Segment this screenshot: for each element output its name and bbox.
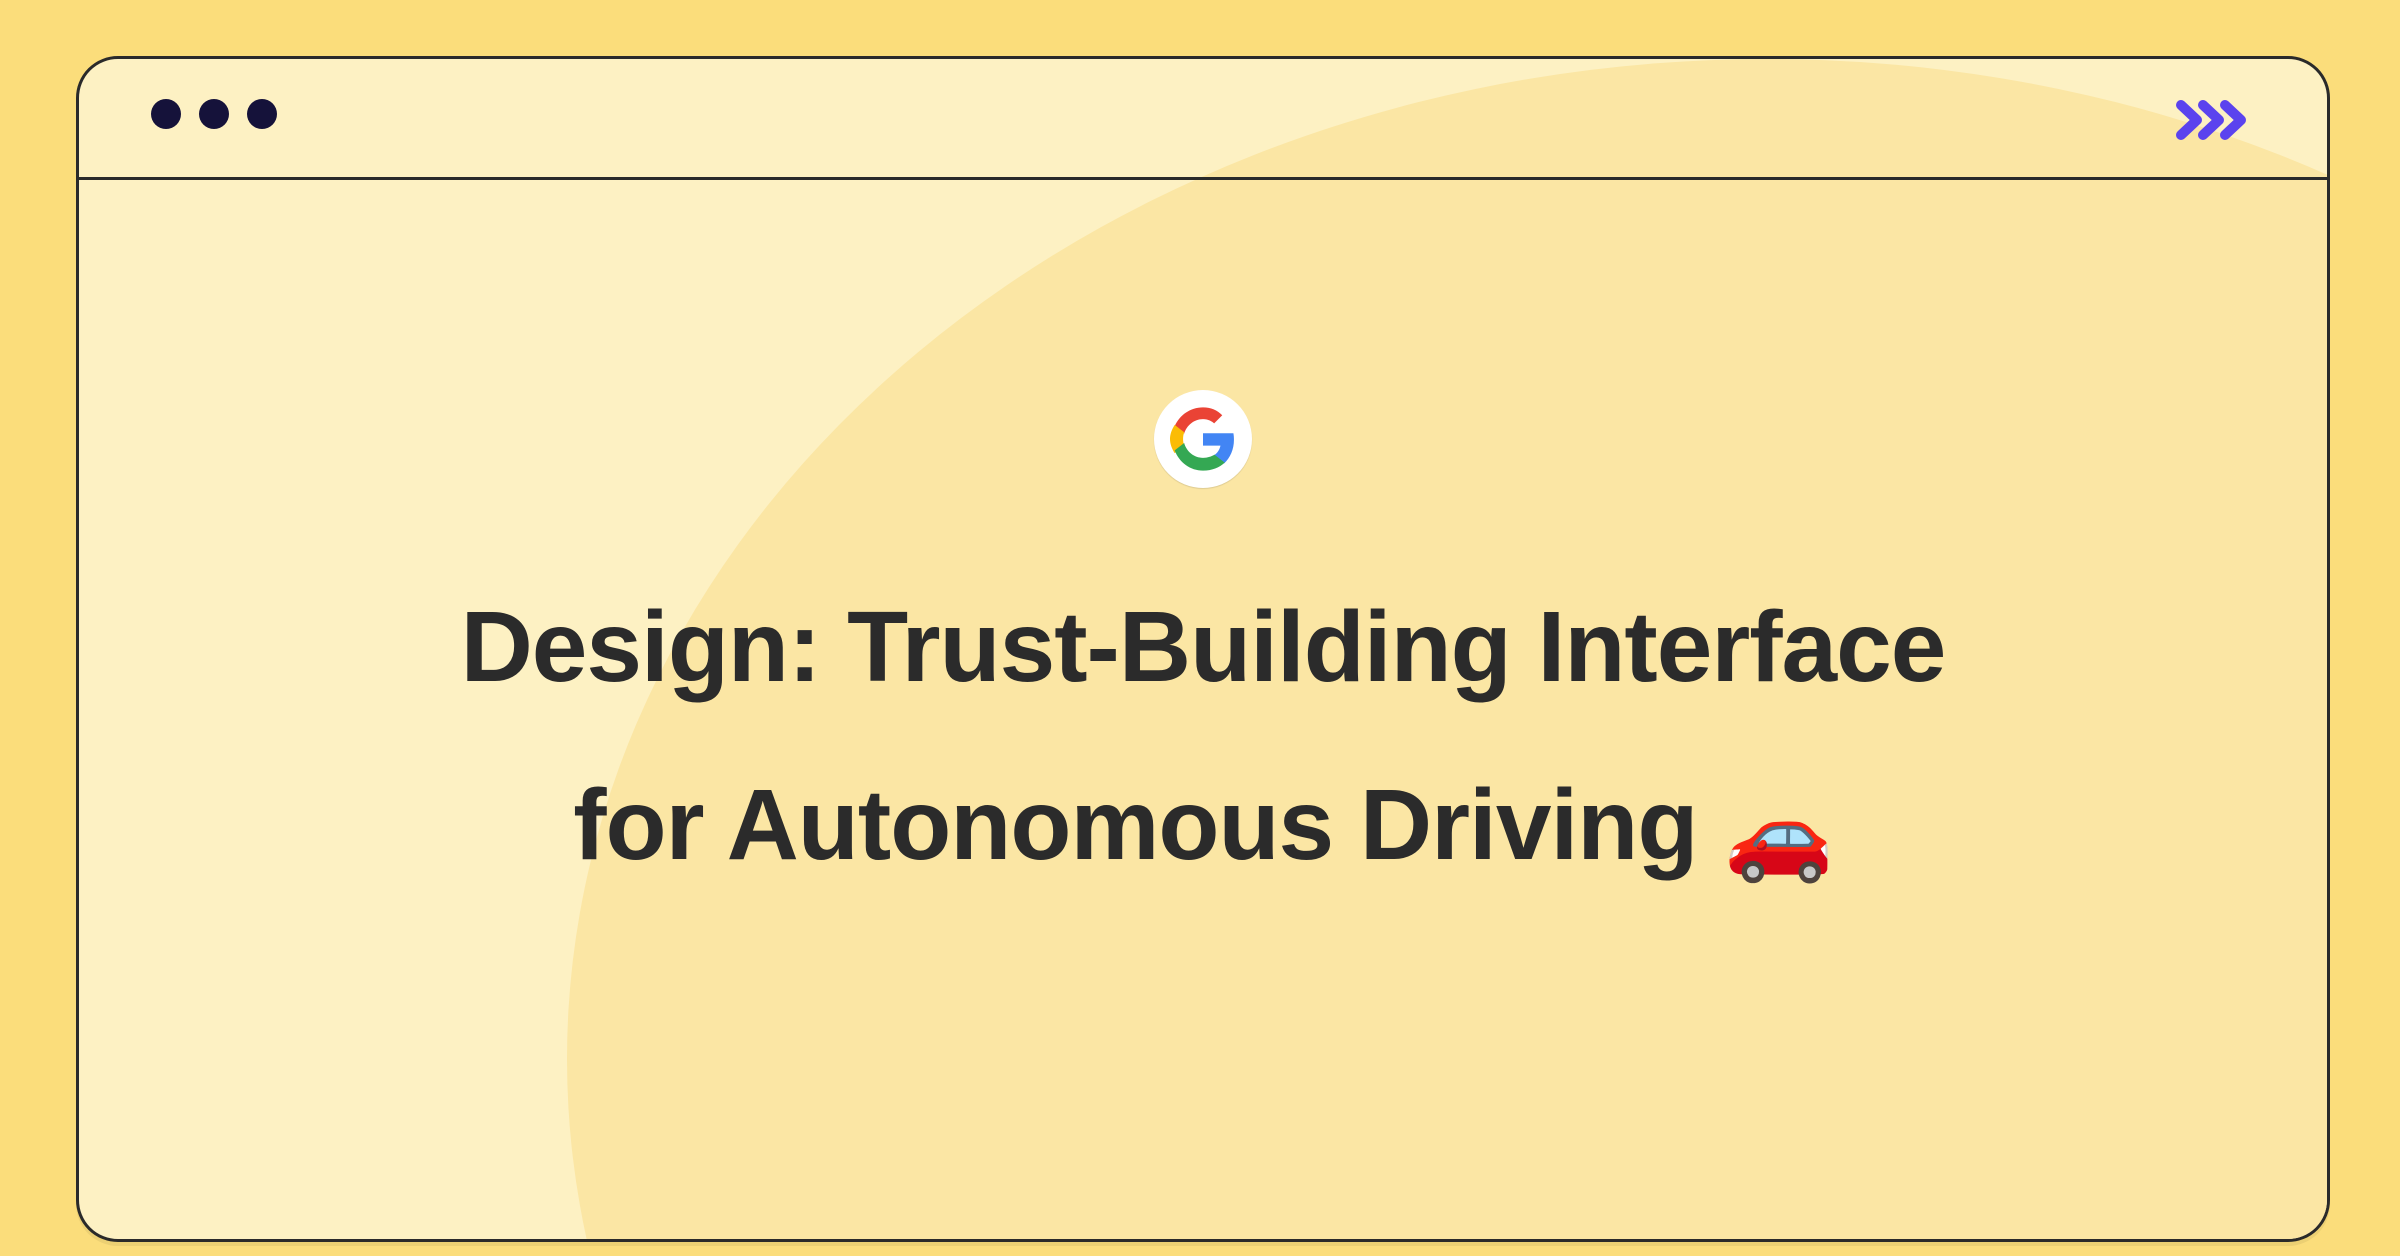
content-area: Design: Trust-Building Interface for Aut… bbox=[79, 180, 2327, 914]
google-logo-icon bbox=[1170, 406, 1236, 472]
window-titlebar bbox=[79, 59, 2327, 180]
car-emoji-icon: 🚗 bbox=[1724, 785, 1833, 884]
app-window: Design: Trust-Building Interface for Aut… bbox=[76, 56, 2330, 1242]
double-chevron-right-icon[interactable] bbox=[2175, 99, 2253, 146]
heading-line-1: Design: Trust-Building Interface bbox=[461, 591, 1946, 703]
page-heading: Design: Trust-Building Interface for Aut… bbox=[159, 558, 2247, 914]
window-dot[interactable] bbox=[151, 99, 181, 129]
logo-badge bbox=[1154, 390, 1252, 488]
window-dot[interactable] bbox=[199, 99, 229, 129]
heading-line-2: for Autonomous Driving bbox=[573, 769, 1724, 881]
window-traffic-lights bbox=[151, 99, 277, 129]
window-dot[interactable] bbox=[247, 99, 277, 129]
